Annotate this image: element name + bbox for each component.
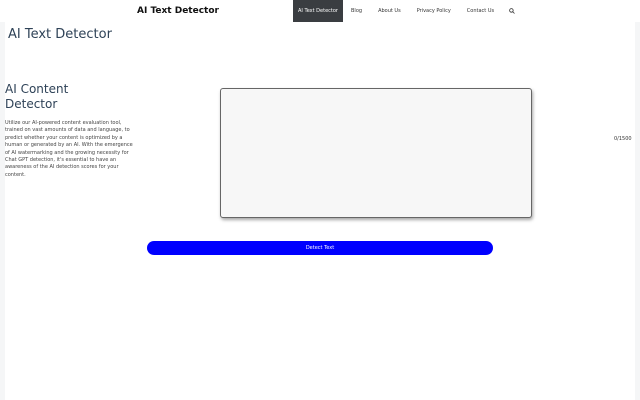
- tool-description: Utilize our AI-powered content evaluatio…: [5, 120, 133, 178]
- top-navigation-bar: AI Text Detector AI Text Detector Blog A…: [0, 0, 640, 22]
- section-title: AI Content Detector: [5, 82, 69, 111]
- site-brand[interactable]: AI Text Detector: [137, 5, 219, 17]
- search-icon: [509, 8, 515, 14]
- nav-item-contact-us[interactable]: Contact Us: [459, 0, 502, 22]
- nav-item-ai-text-detector[interactable]: AI Text Detector: [293, 0, 343, 22]
- search-button[interactable]: [502, 0, 522, 22]
- character-counter: 0/1500: [614, 136, 632, 142]
- text-input-area[interactable]: [220, 88, 532, 218]
- nav-item-about-us[interactable]: About Us: [370, 0, 409, 22]
- main-nav: AI Text Detector Blog About Us Privacy P…: [293, 0, 522, 22]
- nav-item-blog[interactable]: Blog: [343, 0, 370, 22]
- nav-item-privacy-policy[interactable]: Privacy Policy: [409, 0, 459, 22]
- detect-text-button[interactable]: Detect Text: [147, 241, 493, 255]
- page-title: AI Text Detector: [8, 27, 112, 42]
